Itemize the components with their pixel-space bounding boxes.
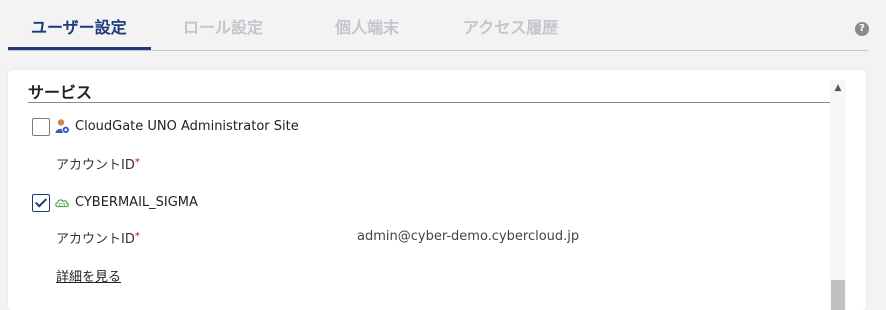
question-circle-icon[interactable]: ? — [855, 22, 869, 36]
services-panel: サービス CloudGate UNO Administrator Site アカ… — [8, 70, 866, 310]
tab-role-settings[interactable]: ロール設定 — [183, 14, 263, 38]
required-mark: * — [134, 231, 140, 242]
section-divider — [28, 102, 830, 103]
service-name: CloudGate UNO Administrator Site — [75, 119, 299, 134]
cloud-mail-icon — [55, 199, 70, 208]
tab-user-settings[interactable]: ユーザー設定 — [31, 14, 127, 38]
section-title: サービス — [28, 83, 93, 102]
view-details-link[interactable]: 詳細を見る — [56, 266, 121, 285]
scrollbar-thumb[interactable] — [831, 280, 845, 310]
tab-access-history[interactable]: アクセス履歴 — [463, 14, 558, 38]
vertical-scrollbar[interactable]: ▲ — [830, 80, 846, 310]
tab-bar: ユーザー設定 ロール設定 個人端末 アクセス履歴 — [8, 0, 868, 51]
service-name: CYBERMAIL_SIGMA — [75, 195, 198, 210]
service-checkbox-cybermail[interactable] — [32, 194, 50, 212]
admin-user-icon — [55, 119, 70, 134]
service-checkbox-cloudgate[interactable] — [32, 118, 50, 136]
account-id-label: アカウントID* — [56, 231, 140, 247]
required-mark: * — [134, 157, 140, 168]
tab-personal-devices[interactable]: 個人端末 — [335, 14, 399, 38]
scroll-up-icon[interactable]: ▲ — [830, 80, 846, 96]
account-id-label: アカウントID* — [56, 157, 140, 173]
account-id-value: admin@cyber-demo.cybercloud.jp — [357, 229, 580, 244]
active-tab-indicator — [8, 47, 151, 50]
